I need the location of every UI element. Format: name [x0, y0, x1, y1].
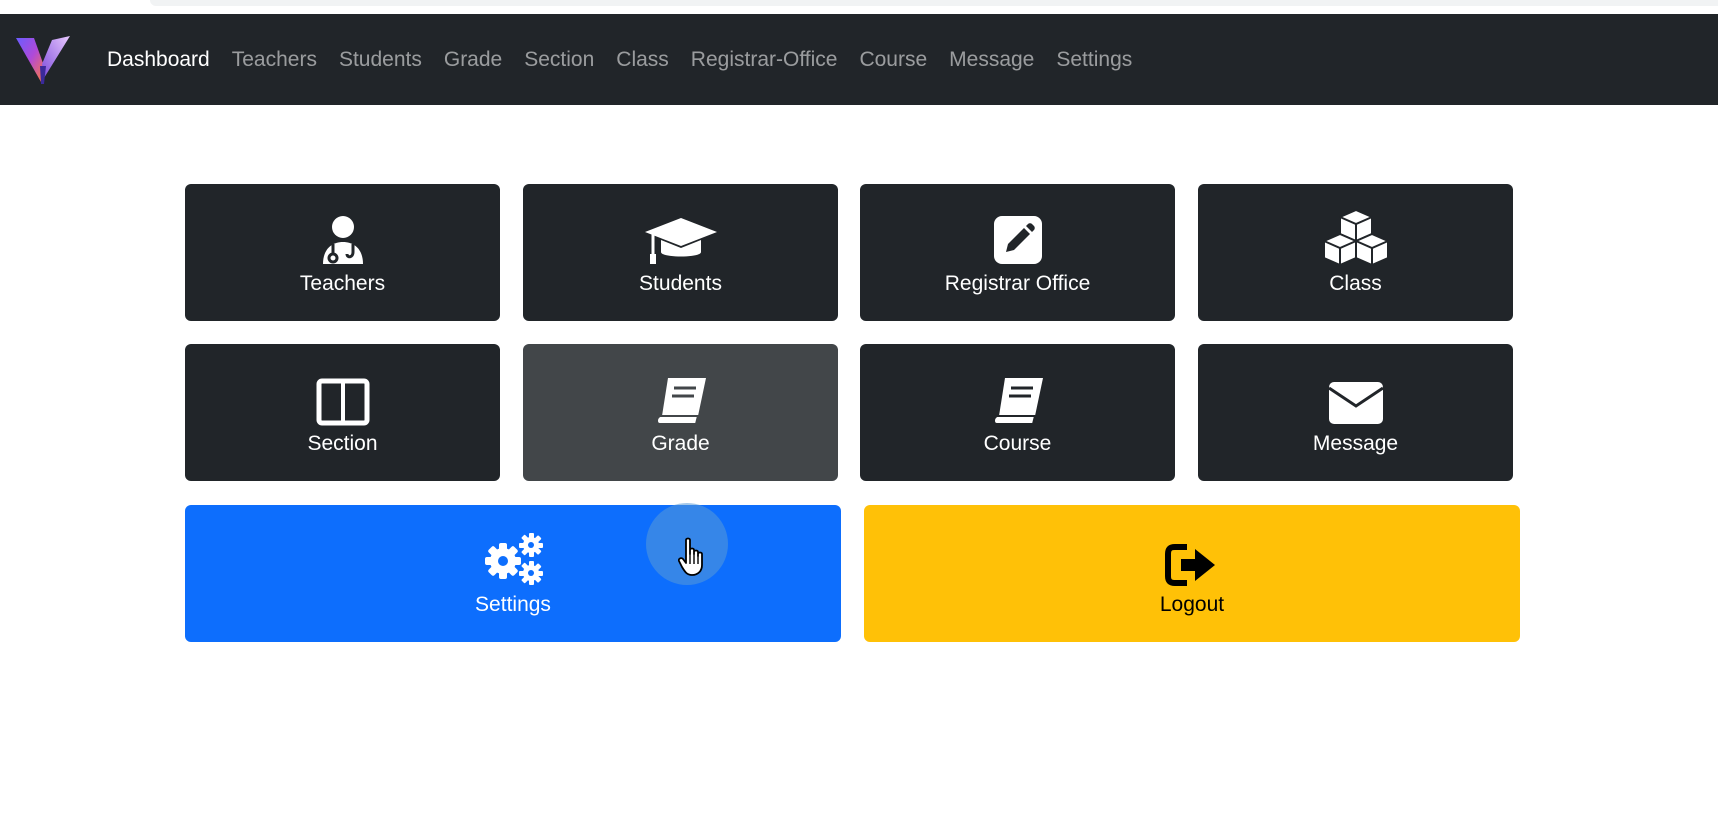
main-nav: Dashboard Teachers Students Grade Sectio… [96, 14, 1143, 105]
nav-link-teachers[interactable]: Teachers [221, 48, 328, 72]
course-tile-label: Course [983, 431, 1052, 455]
teachers-tile-label: Teachers [299, 271, 386, 295]
hand-pointer-icon [677, 537, 708, 577]
class-tile[interactable]: Class [1198, 184, 1513, 321]
teachers-tile[interactable]: Teachers [185, 184, 500, 321]
message-tile[interactable]: Message [1198, 344, 1513, 481]
sign-out-icon [1165, 531, 1219, 587]
course-tile[interactable]: Course [860, 344, 1175, 481]
nav-link-students[interactable]: Students [328, 48, 433, 72]
pen-square-icon [992, 210, 1044, 266]
book-icon [654, 370, 708, 426]
user-doctor-icon [319, 210, 367, 266]
grade-tile-label: Grade [651, 431, 710, 455]
graduation-cap-icon [643, 210, 719, 266]
section-tile[interactable]: Section [185, 344, 500, 481]
nav-link-grade[interactable]: Grade [433, 48, 513, 72]
students-tile[interactable]: Students [523, 184, 838, 321]
nav-link-course[interactable]: Course [848, 48, 938, 72]
book-icon [991, 370, 1045, 426]
settings-tile-label: Settings [475, 592, 551, 616]
logout-tile[interactable]: Logout [864, 505, 1520, 642]
nav-link-dashboard[interactable]: Dashboard [96, 48, 221, 72]
grade-tile[interactable]: Grade [523, 344, 838, 481]
nav-link-section[interactable]: Section [513, 48, 605, 72]
gears-icon [481, 531, 545, 587]
envelope-icon [1327, 370, 1385, 426]
brand-logo[interactable] [14, 30, 72, 88]
message-tile-label: Message [1312, 431, 1399, 455]
columns-icon [316, 370, 370, 426]
nav-link-message[interactable]: Message [938, 48, 1045, 72]
logout-tile-label: Logout [1159, 592, 1225, 616]
settings-tile[interactable]: Settings [185, 505, 841, 642]
class-tile-label: Class [1329, 271, 1382, 295]
students-tile-label: Students [639, 271, 722, 295]
cubes-icon [1320, 208, 1392, 266]
nav-link-class[interactable]: Class [605, 48, 680, 72]
section-tile-label: Section [307, 431, 378, 455]
nav-link-registrar-office[interactable]: Registrar-Office [680, 48, 849, 72]
registrar-office-tile-label: Registrar Office [944, 271, 1091, 295]
registrar-office-tile[interactable]: Registrar Office [860, 184, 1175, 321]
browser-top-strip [0, 0, 1718, 14]
nav-link-settings[interactable]: Settings [1045, 48, 1143, 72]
top-navbar: Dashboard Teachers Students Grade Sectio… [0, 14, 1718, 105]
